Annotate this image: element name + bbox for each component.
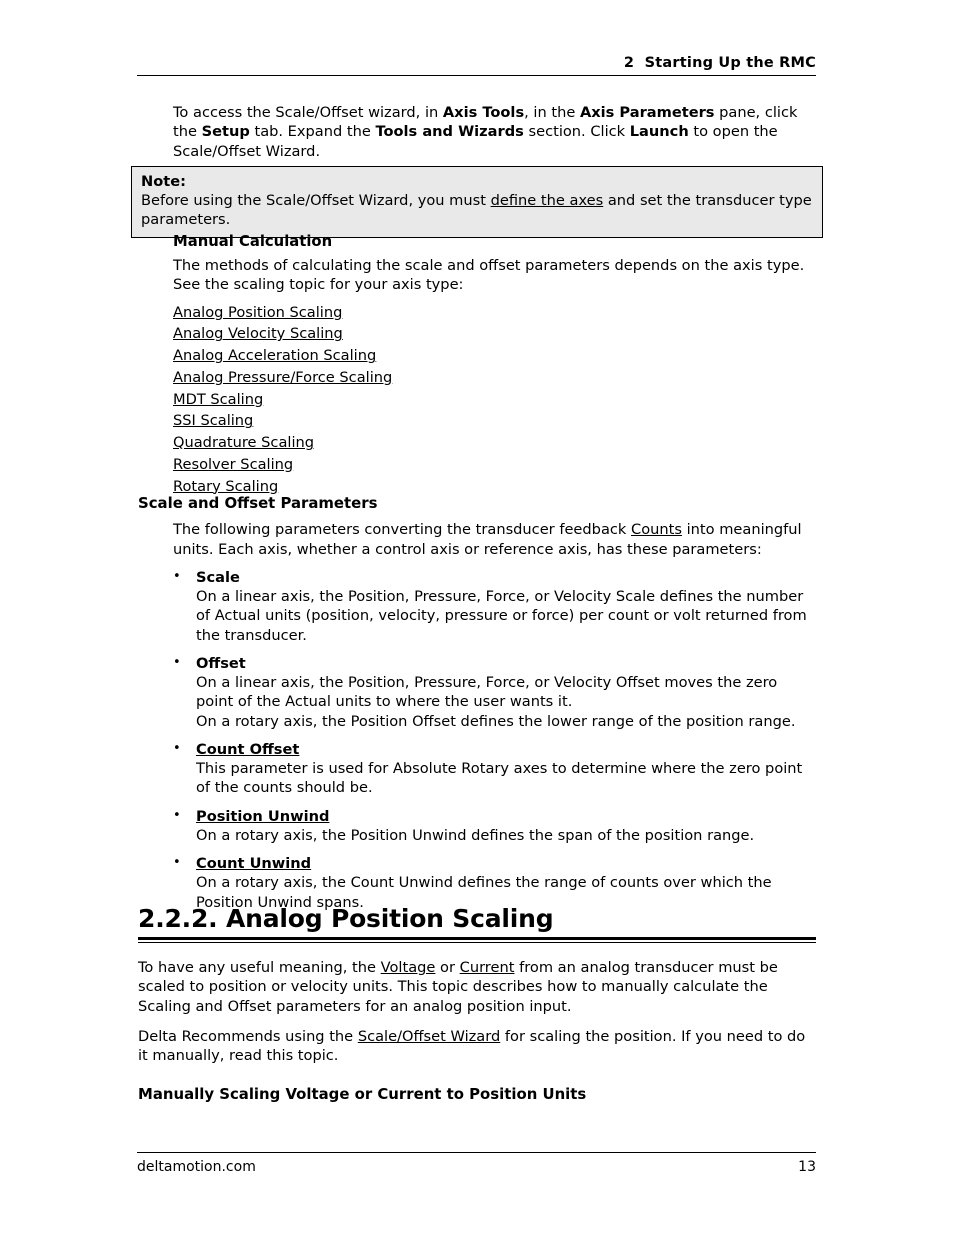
scale-and-offset-parameters-heading: Scale and Offset Parameters [138,494,378,512]
manual-calculation-paragraph: The methods of calculating the scale and… [173,257,805,294]
chapter-heading-block: 2.2.2. Analog Position Scaling [138,904,816,944]
link-mdt-scaling[interactable]: MDT Scaling [173,391,263,408]
header-title: 2 Starting Up the RMC [623,55,816,71]
intro-section: To access the Scale/Offset wizard, in Ax… [0,103,954,161]
scale-and-offset-parameters-section: Scale and Offset Parameters The followin… [0,494,954,912]
link-counts[interactable]: Counts [631,521,682,538]
note-callout-box: Note: Before using the Scale/Offset Wiza… [131,166,823,238]
list-item: Analog Position Scaling [173,302,954,324]
list-item: • Count Offset This parameter is used fo… [173,740,814,798]
analog-scaling-paragraph-2: Delta Recommends using the Scale/Offset … [138,1027,816,1066]
intro-bold-launch: Launch [629,123,689,141]
list-item: Analog Acceleration Scaling [173,345,954,367]
footer-row: deltamotion.com 13 [137,1159,816,1175]
parameter-body-position-unwind: On a rotary axis, the Position Unwind de… [196,826,755,844]
list-item: • Offset On a linear axis, the Position,… [173,654,814,731]
aps-text-a: To have any useful meaning, the [138,959,381,976]
list-item: Analog Velocity Scaling [173,323,954,345]
analog-position-scaling-section: To have any useful meaning, the Voltage … [0,958,954,1105]
link-analog-velocity-scaling[interactable]: Analog Velocity Scaling [173,325,343,342]
link-voltage[interactable]: Voltage [381,959,436,976]
link-count-offset[interactable]: Count Offset [196,740,814,759]
bullet-dot-icon: • [173,568,181,584]
footer-rule [137,1152,816,1153]
list-item: Analog Pressure/Force Scaling [173,367,954,389]
parameter-body-count-offset: This parameter is used for Absolute Rota… [196,760,803,797]
parameter-term-offset: Offset [196,654,246,672]
note-text: Before using the Scale/Offset Wizard, yo… [141,192,813,230]
page-footer: deltamotion.com 13 [137,1152,816,1175]
list-item: MDT Scaling [173,389,954,411]
bullet-dot-icon: • [173,855,181,871]
list-item: SSI Scaling [173,410,954,432]
intro-bold-tools-and-wizards: Tools and Wizards [375,123,524,141]
intro-text-e: section. Click [523,123,630,141]
parameter-body-offset: On a linear axis, the Position, Pressure… [196,674,778,711]
link-count-unwind[interactable]: Count Unwind [196,854,814,873]
manual-calculation-section: Manual Calculation The methods of calcul… [0,232,954,497]
link-analog-pressure-force-scaling[interactable]: Analog Pressure/Force Scaling [173,369,392,386]
intro-bold-setup: Setup [201,123,250,141]
link-current[interactable]: Current [460,959,515,976]
intro-text-a: To access the Scale/Offset wizard, in [173,104,443,121]
link-rotary-scaling[interactable]: Rotary Scaling [173,478,278,495]
analog-scaling-paragraph-1: To have any useful meaning, the Voltage … [138,958,816,1016]
link-ssi-scaling[interactable]: SSI Scaling [173,412,253,429]
link-quadrature-scaling[interactable]: Quadrature Scaling [173,434,314,451]
parameter-body-scale: On a linear axis, the Position, Pressure… [196,588,807,644]
bullet-dot-icon: • [173,807,181,823]
list-item: Resolver Scaling [173,454,954,476]
note-label: Note: [141,173,186,190]
chapter-rule-thick [138,937,816,941]
link-analog-position-scaling[interactable]: Analog Position Scaling [173,304,342,321]
link-resolver-scaling[interactable]: Resolver Scaling [173,456,293,473]
bullet-dot-icon: • [173,654,181,670]
scaling-topic-link-list: Analog Position Scaling Analog Velocity … [0,302,954,498]
parameter-bullet-list: • Scale On a linear axis, the Position, … [0,568,954,912]
list-item: Quadrature Scaling [173,432,954,454]
document-page: 2 Starting Up the RMC To access the Scal… [0,0,954,1235]
link-position-unwind[interactable]: Position Unwind [196,807,814,826]
bullet-dot-icon: • [173,740,181,756]
footer-site: deltamotion.com [137,1159,256,1175]
aps-text-b: or [435,959,460,976]
aps-text-d: Delta Recommends using the [138,1027,358,1045]
intro-bold-axis-parameters: Axis Parameters [579,104,715,121]
link-scale-offset-wizard[interactable]: Scale/Offset Wizard [358,1028,500,1045]
intro-text-d: tab. Expand the [249,123,376,141]
link-define-the-axes[interactable]: define the axes [491,192,604,209]
intro-text-b: , in the [524,104,580,121]
link-analog-acceleration-scaling[interactable]: Analog Acceleration Scaling [173,347,376,364]
parameter-term-scale: Scale [196,568,240,586]
page-header: 2 Starting Up the RMC [137,55,816,77]
chapter-rule-thin [138,941,816,944]
parameter-body-offset-rotary: On a rotary axis, the Position Offset de… [196,712,796,730]
chapter-title: 2.2.2. Analog Position Scaling [138,904,554,933]
intro-paragraph: To access the Scale/Offset wizard, in Ax… [173,103,814,161]
intro-bold-axis-tools: Axis Tools [442,104,525,121]
list-item: • Scale On a linear axis, the Position, … [173,568,814,645]
scale-offset-intro-paragraph: The following parameters converting the … [173,520,814,559]
note-text-a: Before using the Scale/Offset Wizard, yo… [141,191,491,209]
manual-calculation-heading: Manual Calculation [173,233,333,250]
manually-scaling-subheading: Manually Scaling Voltage or Current to P… [138,1085,587,1104]
header-rule [137,75,816,77]
scale-offset-intro-text-a: The following parameters converting the … [173,521,632,539]
list-item: • Position Unwind On a rotary axis, the … [173,807,814,846]
footer-page-number: 13 [798,1159,816,1175]
